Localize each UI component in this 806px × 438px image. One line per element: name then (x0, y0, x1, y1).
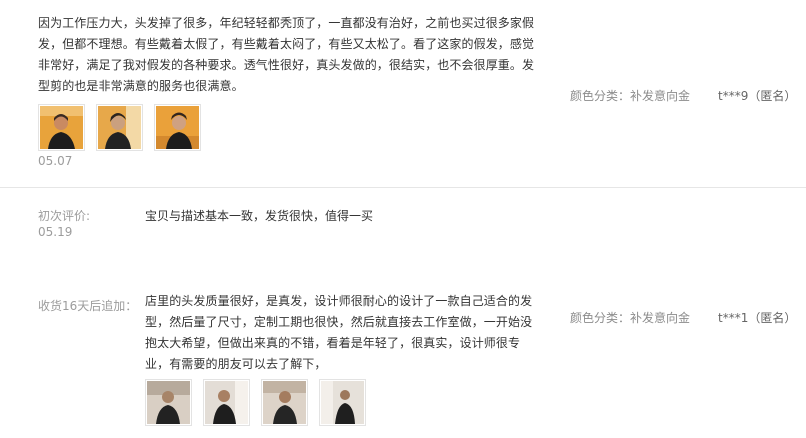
append-review-photos (145, 379, 366, 426)
first-review-label: 初次评价: (38, 209, 91, 223)
first-review-date: 05.19 (38, 225, 73, 239)
review-photo-thumbnail[interactable] (203, 379, 250, 426)
review-photo-thumbnail[interactable] (319, 379, 366, 426)
review-photo-thumbnail[interactable] (154, 104, 201, 151)
review-photo-thumbnail[interactable] (145, 379, 192, 426)
review-photo-thumbnail[interactable] (96, 104, 143, 151)
review-item: 因为工作压力大，头发掉了很多，年纪轻轻都秃顶了，一直都没有治好，之前也买过很多家… (0, 0, 806, 188)
review-text: 因为工作压力大，头发掉了很多，年纪轻轻都秃顶了，一直都没有治好，之前也买过很多家… (38, 16, 535, 93)
sku-info: 颜色分类：补发意向金 (570, 311, 691, 325)
review-photos (38, 104, 201, 151)
append-review-text: 店里的头发质量很好，是真发，设计师很耐心的设计了一款自己适合的发型，然后量了尺寸… (145, 294, 533, 371)
reviewer-name: t***1（匿名） (718, 311, 797, 325)
review-date: 05.07 (38, 154, 73, 168)
first-review-text: 宝贝与描述基本一致，发货很快，值得一买 (145, 209, 374, 223)
sku-info: 颜色分类：补发意向金 (570, 89, 691, 103)
reviewer-name: t***9（匿名） (718, 89, 797, 103)
review-photo-thumbnail[interactable] (38, 104, 85, 151)
review-photo-thumbnail[interactable] (261, 379, 308, 426)
append-review-label: 收货16天后追加： (38, 299, 138, 313)
